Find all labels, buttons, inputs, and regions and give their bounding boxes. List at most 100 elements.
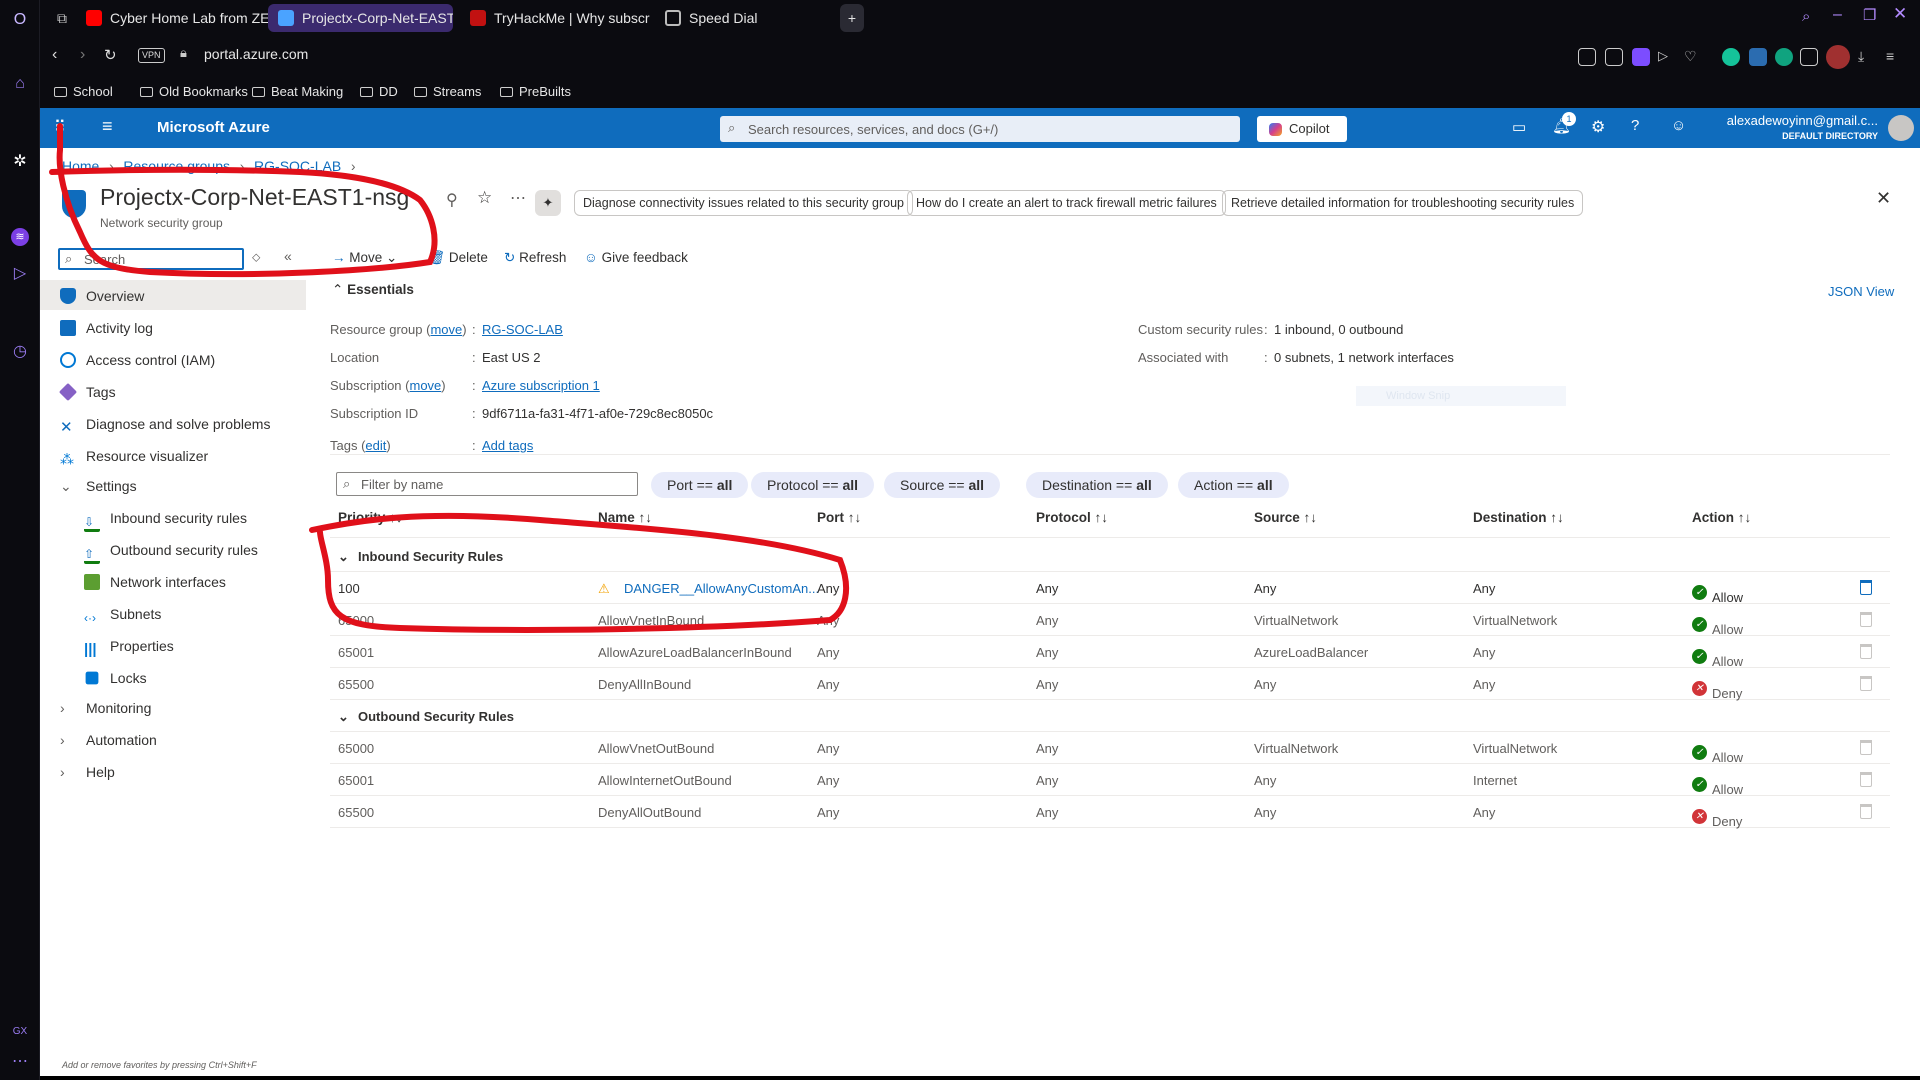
sidebar-group-monitoring[interactable]: › Monitoring: [60, 694, 151, 722]
spotify-icon[interactable]: ≋: [11, 228, 29, 246]
snapshot-icon[interactable]: [1605, 48, 1623, 66]
workspace-icon[interactable]: ⌂: [8, 72, 32, 96]
sidebar-group-settings[interactable]: ⌄ Settings: [60, 472, 137, 500]
table-row[interactable]: 100 ⚠ DANGER__AllowAnyCustomAn... Any An…: [330, 572, 1890, 605]
copilot-suggestion-troubleshoot[interactable]: Retrieve detailed information for troubl…: [1222, 190, 1584, 216]
breadcrumb-home[interactable]: Home: [62, 158, 99, 174]
copilot-suggestion-diagnose[interactable]: Diagnose connectivity issues related to …: [574, 190, 913, 216]
feedback-icon[interactable]: ☺: [1671, 117, 1686, 134]
bookmark-old-bookmarks[interactable]: Old Bookmarks: [140, 82, 248, 102]
delete-button[interactable]: 🗑︎ Delete: [428, 250, 488, 266]
sidebar-item-iam[interactable]: Access control (IAM): [60, 346, 215, 374]
copilot-button[interactable]: Copilot: [1257, 116, 1347, 142]
essentials-toggle[interactable]: ⌃ Essentials: [332, 282, 414, 298]
menu-icon[interactable]: ≡: [1886, 48, 1904, 66]
bookmark-streams[interactable]: Streams: [414, 82, 481, 102]
favorite-star-icon[interactable]: ☆: [477, 188, 492, 208]
add-tags-link[interactable]: Add tags: [482, 432, 533, 460]
copilot-suggestion-alert[interactable]: How do I create an alert to track firewa…: [907, 190, 1226, 216]
tab-tryhackme[interactable]: TryHackMe | Why subscr: [460, 4, 670, 32]
collapse-menu-icon[interactable]: «: [284, 248, 292, 264]
chatgpt-ext-icon[interactable]: [1775, 48, 1793, 66]
heart-icon[interactable]: ♡: [1684, 48, 1702, 66]
filter-pill-port[interactable]: Port == all: [651, 472, 749, 498]
waffle-icon[interactable]: ⠿: [54, 117, 66, 137]
resource-menu-search[interactable]: ⌕ Search: [58, 248, 244, 270]
opera-logo-icon[interactable]: O: [8, 8, 32, 32]
table-row[interactable]: 65000 AllowVnetInBound Any Any VirtualNe…: [330, 604, 1890, 637]
gx-label[interactable]: GX: [8, 1020, 32, 1044]
close-window-icon[interactable]: ✕: [1893, 4, 1907, 24]
json-view-link[interactable]: JSON View: [1828, 284, 1894, 299]
sort-icon[interactable]: ⬦: [252, 250, 260, 265]
profile-avatar[interactable]: [1826, 45, 1850, 69]
hamburger-icon[interactable]: ≡: [102, 116, 113, 137]
close-blade-icon[interactable]: ✕: [1876, 188, 1891, 209]
history-icon[interactable]: ◷: [8, 340, 32, 364]
azure-brand[interactable]: Microsoft Azure: [157, 119, 270, 136]
filter-pill-action[interactable]: Action == all: [1178, 472, 1289, 498]
sidebar-item-visualizer[interactable]: ⁂ Resource visualizer: [60, 442, 208, 470]
tab-youtube[interactable]: Cyber Home Lab from ZE: [76, 4, 296, 32]
help-icon[interactable]: ?: [1631, 117, 1639, 134]
minimize-icon[interactable]: –: [1833, 6, 1842, 24]
bookmark-school[interactable]: School: [54, 82, 113, 102]
forward-icon[interactable]: ›: [80, 46, 85, 64]
tab-speed-dial[interactable]: Speed Dial: [655, 4, 805, 32]
move-link[interactable]: move: [410, 378, 442, 393]
cloud-shell-icon[interactable]: ▭: [1512, 118, 1526, 136]
back-icon[interactable]: ‹: [52, 46, 57, 64]
filter-pill-destination[interactable]: Destination == all: [1026, 472, 1168, 498]
filter-pill-protocol[interactable]: Protocol == all: [751, 472, 875, 498]
filter-pill-source[interactable]: Source == all: [884, 472, 1001, 498]
sidebar-item-tags[interactable]: Tags: [58, 378, 116, 406]
sidebar-item-outbound-rules[interactable]: ⇧ Outbound security rules: [84, 536, 258, 564]
column-protocol[interactable]: Protocol ↑↓: [1036, 510, 1108, 525]
reload-icon[interactable]: ↻: [104, 46, 117, 64]
settings-icon[interactable]: ⚙: [1591, 117, 1605, 137]
player-icon[interactable]: ▷: [8, 262, 32, 286]
bookmark-dd[interactable]: DD: [360, 82, 398, 102]
azure-search-input[interactable]: ⌕ Search resources, services, and docs (…: [720, 116, 1240, 142]
sidebar-item-overview[interactable]: Overview: [60, 282, 144, 310]
sidebar-item-properties[interactable]: ||| Properties: [84, 632, 174, 660]
extension-icon[interactable]: [1749, 48, 1767, 66]
breadcrumb-resource-groups[interactable]: Resource groups: [123, 158, 230, 174]
grammarly-icon[interactable]: [1722, 48, 1740, 66]
sidebar-item-network-interfaces[interactable]: Network interfaces: [84, 568, 226, 596]
url-text[interactable]: portal.azure.com: [204, 46, 308, 62]
chatgpt-icon[interactable]: ✲: [8, 150, 32, 174]
extensions-icon[interactable]: [1800, 48, 1818, 66]
subscription-link[interactable]: Azure subscription 1: [482, 372, 600, 400]
vpn-badge[interactable]: VPN: [138, 48, 165, 63]
sidebar-item-diagnose[interactable]: ✕ Diagnose and solve problems: [60, 410, 270, 438]
bookmark-beat-making[interactable]: Beat Making: [252, 82, 343, 102]
rule-name-link[interactable]: DANGER__AllowAnyCustomAn...: [624, 581, 819, 596]
table-row[interactable]: 65500 DenyAllInBound Any Any Any Any ✕ De…: [330, 668, 1890, 701]
table-row[interactable]: 65500 DenyAllOutBound Any Any Any Any ✕ D…: [330, 796, 1890, 829]
restore-icon[interactable]: ❐: [1863, 6, 1876, 24]
column-priority[interactable]: Priority ↑↓: [338, 510, 403, 525]
sidebar-item-locks[interactable]: Locks: [84, 664, 147, 692]
account-avatar[interactable]: [1888, 115, 1914, 141]
play-icon[interactable]: ▷: [1658, 48, 1676, 66]
bookmark-prebuilts[interactable]: PreBuilts: [500, 82, 571, 102]
more-actions-icon[interactable]: ⋯: [510, 188, 526, 208]
table-row[interactable]: 65001 AllowInternetOutBound Any Any Any …: [330, 764, 1890, 797]
resource-group-link[interactable]: RG-SOC-LAB: [482, 316, 563, 344]
new-tab-button[interactable]: +: [840, 4, 864, 32]
group-outbound-header[interactable]: ⌄ Outbound Security Rules: [330, 700, 1890, 732]
refresh-button[interactable]: ↻ Refresh: [504, 250, 566, 266]
tab-overview-icon[interactable]: ⧉: [50, 4, 74, 32]
pin-blade-icon[interactable]: ⚲: [446, 190, 458, 210]
breadcrumb-rg[interactable]: RG-SOC-LAB: [254, 158, 341, 174]
pin-icon[interactable]: [1578, 48, 1596, 66]
search-tabs-icon[interactable]: ⌕: [1802, 8, 1810, 25]
proton-icon[interactable]: [1632, 48, 1650, 66]
column-destination[interactable]: Destination ↑↓: [1473, 510, 1564, 525]
download-icon[interactable]: ⤓: [1858, 48, 1876, 66]
feedback-button[interactable]: ☺ Give feedback: [584, 250, 688, 265]
sidebar-item-activity-log[interactable]: Activity log: [60, 314, 153, 342]
column-name[interactable]: Name ↑↓: [598, 510, 652, 525]
account-email[interactable]: alexadewoyinn@gmail.c...: [1720, 113, 1878, 128]
